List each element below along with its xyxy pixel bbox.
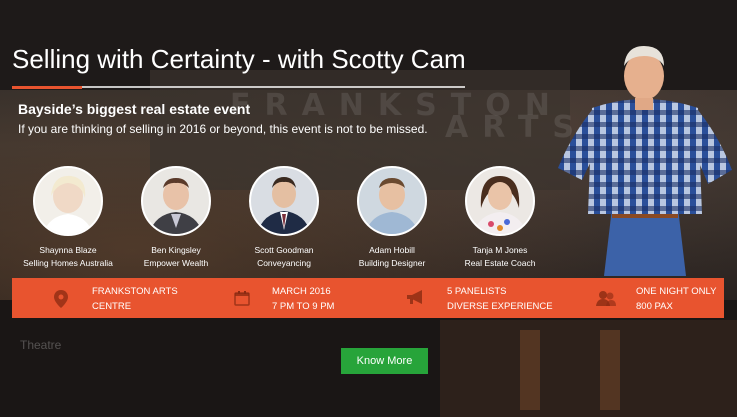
location-info: FRANKSTON ARTS CENTRE <box>92 284 178 314</box>
person-photo <box>473 176 527 234</box>
page-title: Selling with Certainty - with Scotty Cam <box>12 44 466 74</box>
person-photo <box>149 178 203 234</box>
event-info-bar: FRANKSTON ARTS CENTRE MARCH 2016 7 PM TO… <box>12 278 724 318</box>
capacity-line1: ONE NIGHT ONLY <box>636 286 717 297</box>
title-accent-bar <box>12 86 82 89</box>
person-photo <box>365 178 419 234</box>
panelist-name: Ben Kingsley <box>151 245 201 255</box>
panelist-card: Tanja M Jones Real Estate Coach <box>445 166 555 268</box>
date-line2: 7 PM TO 9 PM <box>272 301 335 312</box>
avatar <box>357 166 427 236</box>
panelist-role: Selling Homes Australia <box>23 258 113 268</box>
location-line2: CENTRE <box>92 301 132 312</box>
background-theatre-text: Theatre <box>20 338 62 352</box>
person-photo <box>43 175 93 234</box>
panelist-role: Building Designer <box>358 258 426 268</box>
panelist-role: Real Estate Coach <box>464 258 536 268</box>
calendar-icon <box>234 291 250 306</box>
panelist-card: Scott Goodman Conveyancing <box>229 166 339 268</box>
know-more-button[interactable]: Know More <box>341 348 428 374</box>
capacity-info: ONE NIGHT ONLY 800 PAX <box>636 284 716 314</box>
host-photo <box>558 46 732 276</box>
panel-line2: DIVERSE EXPERIENCE <box>447 301 553 312</box>
avatar <box>465 166 535 236</box>
panelist-card: Shaynna Blaze Selling Homes Australia <box>13 166 123 268</box>
map-pin-icon <box>54 290 68 308</box>
avatar <box>249 166 319 236</box>
panel-info: 5 PANELISTS DIVERSE EXPERIENCE <box>447 284 553 314</box>
panelist-role: Conveyancing <box>257 258 311 268</box>
avatar <box>141 166 211 236</box>
capacity-line2: 800 PAX <box>636 301 673 312</box>
event-subtitle: Bayside’s biggest real estate event <box>18 101 251 117</box>
panelist-role: Empower Wealth <box>143 258 209 268</box>
users-icon <box>596 291 616 306</box>
panelist-card: Adam Hobill Building Designer <box>337 166 447 268</box>
date-line1: MARCH 2016 <box>272 286 331 297</box>
panelist-name: Tanja M Jones <box>472 245 528 255</box>
location-line1: FRANKSTON ARTS <box>92 286 178 297</box>
panelist-name: Scott Goodman <box>254 245 314 255</box>
panelist-name: Adam Hobill <box>369 245 415 255</box>
event-tagline: If you are thinking of selling in 2016 o… <box>18 122 428 136</box>
panelist-name: Shaynna Blaze <box>39 245 97 255</box>
date-info: MARCH 2016 7 PM TO 9 PM <box>272 284 334 314</box>
avatar <box>33 166 103 236</box>
megaphone-icon <box>407 290 422 304</box>
panelist-card: Ben Kingsley Empower Wealth <box>121 166 231 268</box>
person-photo <box>257 177 311 234</box>
hero-banner: FRANKSTON ARTS Theatre Selling with Cert… <box>0 0 737 417</box>
panel-line1: 5 PANELISTS <box>447 286 507 297</box>
